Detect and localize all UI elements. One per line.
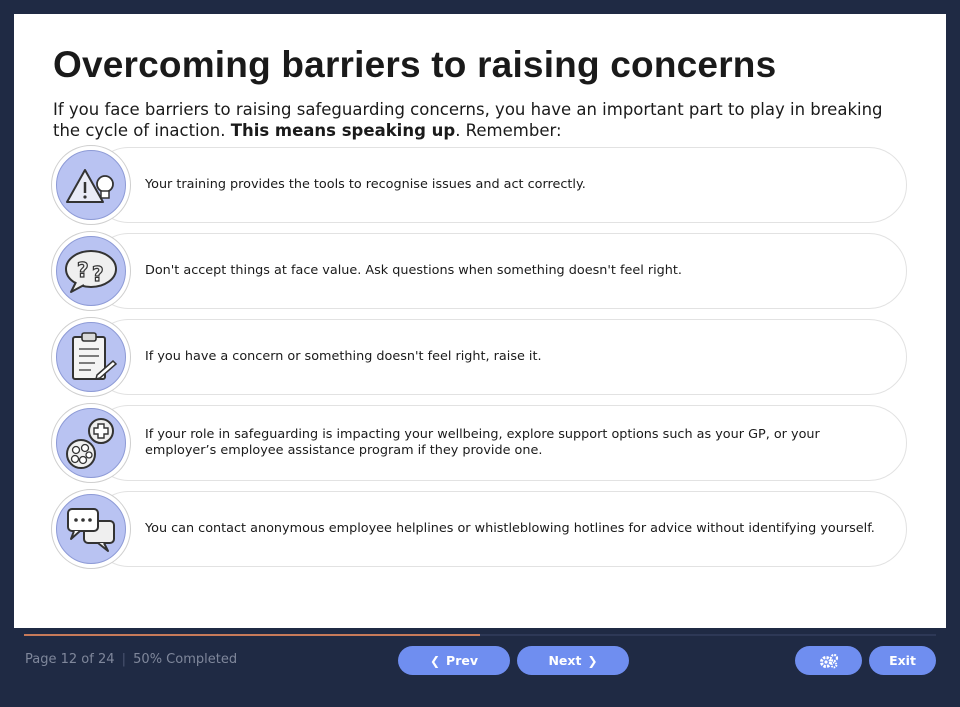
exit-button[interactable]: Exit	[869, 646, 936, 675]
page-counter: Page 12 of 24	[25, 652, 115, 667]
chevron-right-icon: ❯	[587, 653, 598, 668]
tip-text: You can contact anonymous employee helpl…	[145, 521, 875, 536]
prev-button[interactable]: ❮ Prev	[398, 646, 510, 675]
settings-button[interactable]	[795, 646, 862, 675]
tip-icon-circle: ? ?	[51, 231, 131, 311]
clipboard-icon	[72, 332, 118, 381]
status-separator: |	[121, 652, 127, 667]
content-slide: Overcoming barriers to raising concerns …	[14, 14, 946, 628]
completion-percent: 50% Completed	[133, 652, 238, 667]
tip-icon-circle	[51, 403, 131, 483]
chevron-left-icon: ❮	[429, 653, 441, 668]
tip-card: You can contact anonymous employee helpl…	[51, 489, 907, 569]
tip-icon-circle	[51, 145, 131, 225]
tip-text: Your training provides the tools to reco…	[145, 177, 586, 192]
gears-icon	[819, 653, 838, 668]
tip-text: If you have a concern or something doesn…	[145, 349, 542, 364]
tip-icon-circle	[51, 317, 131, 397]
tip-text: If your role in safeguarding is impactin…	[145, 427, 820, 458]
tips-list: Your training provides the tools to reco…	[51, 145, 907, 575]
tip-card: Your training provides the tools to reco…	[51, 145, 907, 225]
wellbeing-support-icon	[66, 418, 114, 469]
svg-text:?: ?	[77, 258, 89, 282]
intro-tail-text: . Remember:	[455, 121, 562, 140]
intro-paragraph: If you face barriers to raising safeguar…	[53, 99, 913, 141]
next-button[interactable]: Next ❯	[517, 646, 629, 675]
question-bubble-icon: ? ?	[65, 250, 117, 293]
page-title: Overcoming barriers to raising concerns	[53, 44, 777, 85]
prev-label: Prev	[446, 653, 478, 668]
tip-card: If you have a concern or something doesn…	[51, 317, 907, 397]
progress-bar-fill	[24, 634, 480, 636]
tip-icon-circle	[51, 489, 131, 569]
progress-bar	[24, 634, 936, 636]
svg-text:?: ?	[92, 262, 104, 286]
warning-lightbulb-icon	[66, 169, 114, 203]
next-label: Next	[548, 653, 582, 668]
chat-bubbles-icon	[67, 508, 115, 552]
tip-card: If your role in safeguarding is impactin…	[51, 403, 907, 483]
tip-card: ? ? Don't accept things at face value. A…	[51, 231, 907, 311]
intro-bold-text: This means speaking up	[230, 121, 456, 140]
tip-text: Don't accept things at face value. Ask q…	[145, 263, 682, 278]
page-status: Page 12 of 24 | 50% Completed	[25, 652, 237, 667]
